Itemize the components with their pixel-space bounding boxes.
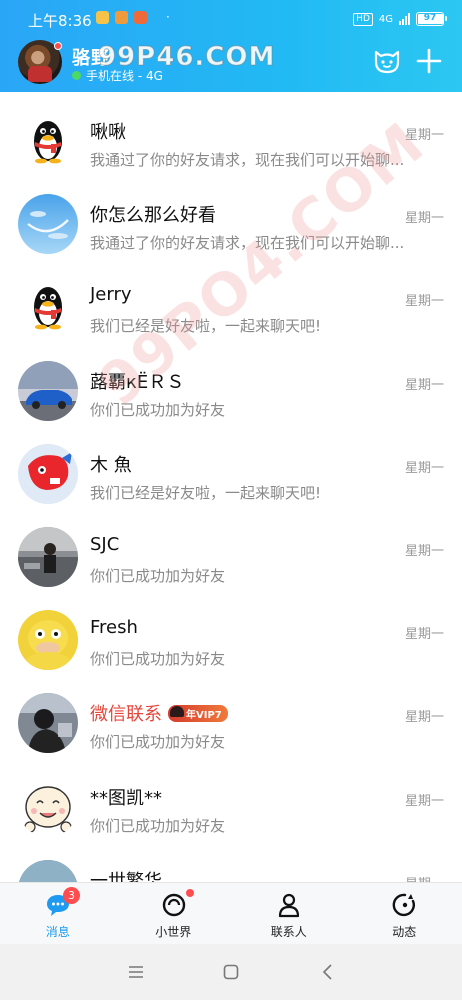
header: 上午8:36 · HD 4G 97 骆野 99P46.COM 手机在线 - 4G <box>0 0 462 92</box>
last-message: 我通过了你的好友请求，现在我们可以开始聊... <box>90 151 405 169</box>
contact-name-text: 微信联系 <box>90 704 162 726</box>
message-time: 星期一 <box>404 460 444 476</box>
online-status[interactable]: 手机在线 - 4G <box>86 67 163 84</box>
online-status-dot <box>72 71 81 80</box>
qq-message-screen: 上午8:36 · HD 4G 97 骆野 99P46.COM 手机在线 - 4G… <box>0 0 462 1000</box>
contact-name: Jerry <box>90 284 132 306</box>
unread-badge: 3 <box>63 887 80 904</box>
conversation-row[interactable]: 啾啾 我通过了你的好友请求，现在我们可以开始聊... 星期一 <box>0 92 462 175</box>
notification-app-icon <box>134 11 147 24</box>
hd-icon: HD <box>353 12 373 26</box>
person-icon <box>278 893 300 918</box>
avatar <box>18 277 78 338</box>
tab-small-world[interactable]: 小世界 <box>116 883 232 945</box>
last-message: 你们已成功加为好友 <box>90 816 226 835</box>
conversation-row[interactable]: Fresh 你们已成功加为好友 星期一 <box>0 591 462 674</box>
avatar <box>18 194 78 255</box>
conversation-row[interactable]: 蕗覇кЁＲＳ 你们已成功加为好友 星期一 <box>0 342 462 425</box>
message-time: 星期一 <box>404 211 444 227</box>
network-label: 4G <box>378 13 393 25</box>
message-time: 星期一 <box>404 377 444 393</box>
contact-name: **图凯** <box>90 787 162 809</box>
status-bar: 上午8:36 · HD 4G 97 <box>0 0 462 36</box>
last-message: 你们已成功加为好友 <box>90 566 226 585</box>
tab-label: 消息 <box>45 925 70 939</box>
avatar <box>18 610 78 671</box>
contact-name: 啾啾 <box>90 122 126 143</box>
avatar <box>18 443 78 504</box>
last-message: 我通过了你的好友请求，现在我们可以开始聊... <box>90 234 405 253</box>
contact-name: 微信联系 年VIP7 <box>90 700 228 726</box>
message-time: 星期一 <box>404 793 444 809</box>
tab-messages[interactable]: 3 消息 <box>0 883 116 945</box>
message-time: 星期一 <box>404 294 444 310</box>
last-message: 你们已成功加为好友 <box>90 650 226 669</box>
tab-contacts[interactable]: 联系人 <box>231 883 347 945</box>
vip-badge: 年VIP7 <box>168 705 228 723</box>
conversation-row[interactable]: 木 魚 我们已经是好友啦，一起来聊天吧! 星期一 <box>0 425 462 508</box>
contact-name: SJC <box>90 533 120 555</box>
conversation-row[interactable]: SJC 你们已成功加为好友 星期一 <box>0 508 462 591</box>
message-time: 星期一 <box>404 710 444 726</box>
signal-icon <box>399 13 410 25</box>
message-time: 星期一 <box>404 128 444 143</box>
system-navigation-bar <box>0 944 462 1000</box>
battery-level: 97 <box>423 13 437 23</box>
last-message: 我们已经是好友啦，一起来聊天吧! <box>90 317 322 336</box>
status-dot: · <box>166 10 170 24</box>
avatar <box>18 360 78 421</box>
status-app-icons <box>96 11 147 24</box>
plus-icon[interactable] <box>414 46 444 76</box>
avatar <box>18 111 78 171</box>
notification-app-icon <box>115 11 128 24</box>
home-icon[interactable] <box>221 962 241 982</box>
back-icon[interactable] <box>318 962 338 982</box>
contact-name: 木 魚 <box>90 454 132 476</box>
contact-name: 你怎么那么好看 <box>90 205 216 227</box>
profile-notification-dot <box>54 42 62 50</box>
status-right: HD 4G 97 <box>353 12 447 26</box>
battery-icon: 97 <box>416 12 447 26</box>
contact-name: Fresh <box>90 617 138 639</box>
conversation-row[interactable]: 微信联系 年VIP7 你们已成功加为好友 星期一 <box>0 674 462 757</box>
conversation-row[interactable]: 你怎么那么好看 我通过了你的好友请求，现在我们可以开始聊... 星期一 <box>0 175 462 258</box>
last-message: 你们已成功加为好友 <box>90 400 226 419</box>
last-message: 你们已成功加为好友 <box>90 733 226 752</box>
notification-dot <box>185 889 194 897</box>
world-circle-icon <box>162 893 185 917</box>
avatar <box>18 693 78 754</box>
avatar <box>18 776 78 837</box>
tab-label: 动态 <box>392 925 417 939</box>
bottom-tab-bar: 3 消息 小世界 联系人 动态 <box>0 882 462 944</box>
tab-label: 联系人 <box>270 925 307 939</box>
conversation-list: 啾啾 我通过了你的好友请求，现在我们可以开始聊... 星期一 你怎么那么好看 我… <box>0 92 462 924</box>
contact-name: 蕗覇кЁＲＳ <box>90 371 185 393</box>
menu-icon[interactable] <box>126 962 146 982</box>
message-time: 星期一 <box>404 627 444 643</box>
tab-label: 小世界 <box>155 925 192 939</box>
message-time: 星期一 <box>404 543 444 559</box>
last-message: 我们已经是好友啦，一起来聊天吧! <box>90 483 322 502</box>
refresh-star-icon <box>392 893 415 917</box>
conversation-row[interactable]: **图凯** 你们已成功加为好友 星期一 <box>0 758 462 841</box>
tab-moments[interactable]: 动态 <box>347 883 462 945</box>
status-time: 上午8:36 <box>28 12 92 30</box>
notification-app-icon <box>96 11 109 24</box>
cat-face-icon[interactable] <box>372 46 402 76</box>
conversation-row[interactable]: Jerry 我们已经是好友啦，一起来聊天吧! 星期一 <box>0 258 462 341</box>
avatar <box>18 526 78 587</box>
